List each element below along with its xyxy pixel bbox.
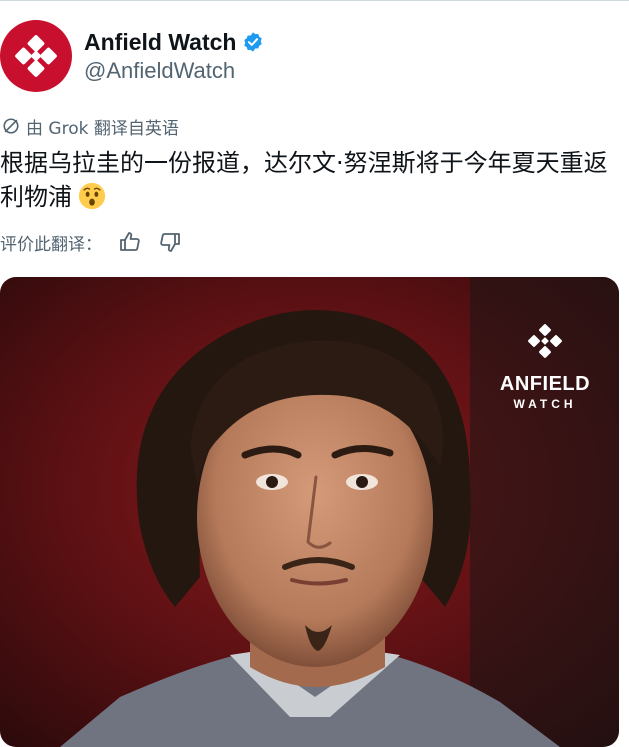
author-name-row: Anfield Watch (84, 26, 264, 58)
anfield-watch-watermark: ANFIELD WATCH (489, 319, 601, 413)
thumbs-down-icon (160, 233, 180, 252)
grok-icon (3, 118, 19, 134)
top-divider (0, 0, 629, 1)
avatar[interactable] (0, 20, 72, 92)
anfield-watch-watermark-logo-icon (528, 324, 562, 358)
author-handle[interactable]: @AnfieldWatch (84, 58, 235, 84)
author-display-name[interactable]: Anfield Watch (84, 29, 236, 56)
translation-note-text: 由 Grok 翻译自英语 (26, 118, 179, 139)
translation-note: 由 Grok 翻译自英语 (2, 113, 179, 139)
hushed-face-emoji-icon (78, 182, 106, 210)
thumbs-up-button[interactable] (118, 230, 142, 254)
tweet-text: 根据乌拉圭的一份报道，达尔文·努涅斯将于今年夏天重返利物浦 (0, 146, 620, 214)
verified-badge-icon (244, 32, 263, 52)
thumbs-down-button[interactable] (158, 230, 182, 254)
watermark-subtitle: WATCH (513, 397, 577, 411)
thumbs-up-icon (120, 232, 140, 251)
anfield-watch-logo-icon (15, 35, 57, 77)
tweet-media-image[interactable]: ANFIELD WATCH (0, 277, 619, 747)
rate-translation-label: 评价此翻译： (0, 234, 102, 255)
rate-translation-row: 评价此翻译： (0, 228, 182, 256)
watermark-title: ANFIELD (499, 373, 591, 395)
